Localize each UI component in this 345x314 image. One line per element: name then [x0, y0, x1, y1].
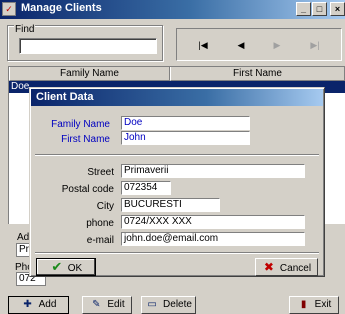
- street-field[interactable]: Primaverii: [121, 164, 305, 178]
- dialog-title: Client Data: [36, 91, 94, 103]
- add-button[interactable]: ✚ Add: [8, 296, 69, 314]
- check-icon: ✔: [51, 259, 63, 274]
- first-record-button[interactable]: |◀: [188, 37, 218, 53]
- close-button[interactable]: ×: [330, 2, 345, 16]
- divider: [35, 252, 319, 254]
- column-header-family-name[interactable]: Family Name: [9, 67, 170, 81]
- prev-record-button[interactable]: ◀: [226, 37, 256, 53]
- cancel-button[interactable]: ✖ Cancel: [255, 258, 318, 276]
- edit-button-label: Edit: [107, 299, 125, 310]
- find-input[interactable]: [19, 38, 157, 54]
- maximize-button[interactable]: □: [312, 2, 327, 16]
- first-name-label: First Name: [61, 134, 110, 145]
- family-name-label: Family Name: [51, 119, 110, 130]
- phone-field-dialog[interactable]: 0724/XXX XXX: [121, 215, 305, 229]
- phone-label-dialog: phone: [86, 218, 114, 229]
- postal-code-field[interactable]: 072354: [121, 181, 171, 195]
- delete-record-icon: ▭: [147, 299, 157, 310]
- minimize-button[interactable]: _: [296, 2, 311, 16]
- city-field[interactable]: BUCURESTI: [121, 198, 220, 212]
- edit-button[interactable]: ✎ Edit: [82, 296, 132, 314]
- postal-code-label: Postal code: [61, 184, 114, 195]
- exit-door-icon: ▮: [300, 299, 307, 310]
- divider: [35, 154, 319, 156]
- delete-button[interactable]: ▭ Delete: [141, 296, 196, 314]
- add-button-label: Add: [38, 299, 57, 310]
- table-cell-family-name: Doe: [11, 81, 30, 92]
- last-record-button[interactable]: ▶|: [300, 37, 330, 53]
- ok-button-label: OK: [67, 263, 83, 274]
- family-name-field[interactable]: Doe: [121, 116, 250, 130]
- column-header-first-name[interactable]: First Name: [170, 67, 345, 81]
- window-title: Manage Clients: [21, 2, 102, 14]
- exit-button[interactable]: ▮ Exit: [289, 296, 339, 314]
- x-icon: ✖: [263, 260, 274, 274]
- email-field[interactable]: john.doe@email.com: [121, 232, 305, 246]
- next-record-button[interactable]: ▶: [262, 37, 292, 53]
- first-name-field[interactable]: John: [121, 131, 250, 145]
- email-label: e-mail: [86, 235, 114, 246]
- cancel-button-label: Cancel: [279, 263, 312, 274]
- delete-button-label: Delete: [163, 299, 192, 310]
- street-label: Street: [87, 167, 114, 178]
- add-record-icon: ✚: [23, 299, 32, 310]
- edit-record-icon: ✎: [92, 299, 101, 310]
- city-label: City: [96, 201, 114, 212]
- find-label: Find: [14, 24, 36, 35]
- ok-button[interactable]: ✔ OK: [36, 258, 96, 276]
- exit-button-label: Exit: [314, 299, 332, 310]
- app-icon: ✓: [2, 2, 16, 16]
